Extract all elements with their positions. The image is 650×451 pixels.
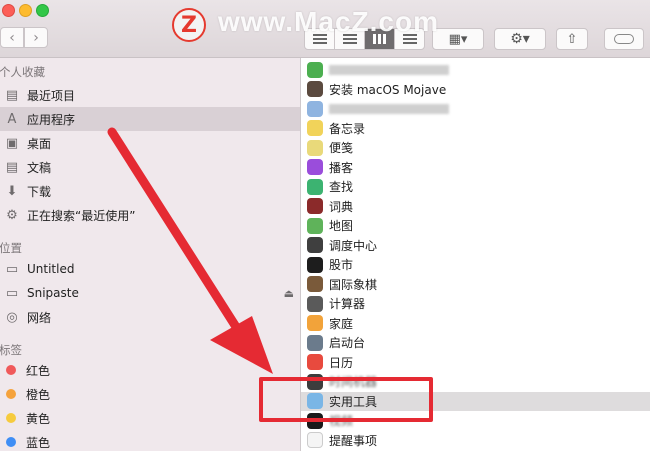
arrow-head [210,316,273,374]
arrow-shaft [107,127,243,335]
highlight-box-annotation [259,377,433,422]
